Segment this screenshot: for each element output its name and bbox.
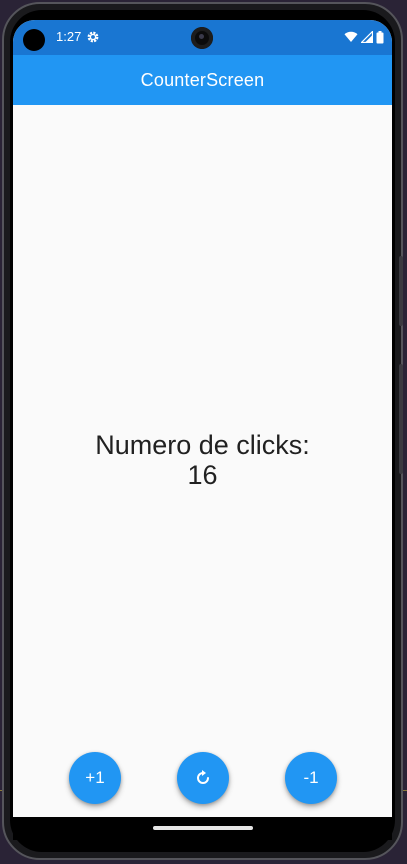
navigation-bar xyxy=(13,817,392,840)
counter-display: Numero de clicks: 16 xyxy=(13,430,392,490)
power-button[interactable] xyxy=(399,256,403,326)
cellular-signal-icon xyxy=(361,31,373,43)
status-icons xyxy=(344,30,384,44)
app-bar: CounterScreen xyxy=(13,55,392,105)
status-time: 1:27 xyxy=(56,29,82,44)
wifi-icon xyxy=(344,31,358,42)
front-sensor xyxy=(23,29,45,51)
status-bar: 1:27 xyxy=(13,20,392,55)
refresh-icon xyxy=(197,770,209,784)
battery-icon xyxy=(376,30,384,43)
volume-button[interactable] xyxy=(399,364,403,474)
reset-button[interactable] xyxy=(177,752,229,804)
counter-value: 16 xyxy=(187,460,218,490)
phone-screen: 1:27 CounterScreen Numero de clicks: 16 xyxy=(13,20,392,840)
decrement-button[interactable]: -1 xyxy=(285,752,337,804)
app-bar-title: CounterScreen xyxy=(140,69,265,90)
increment-label: +1 xyxy=(85,768,105,787)
camera-cutout xyxy=(191,27,213,49)
settings-gear-icon xyxy=(87,31,99,43)
home-gesture-handle[interactable] xyxy=(153,826,253,830)
increment-button[interactable]: +1 xyxy=(69,752,121,804)
counter-body: Numero de clicks: 16 xyxy=(13,105,392,817)
counter-label: Numero de clicks: xyxy=(95,430,310,460)
decrement-label: -1 xyxy=(303,768,319,787)
desktop-divider-right xyxy=(403,790,407,791)
